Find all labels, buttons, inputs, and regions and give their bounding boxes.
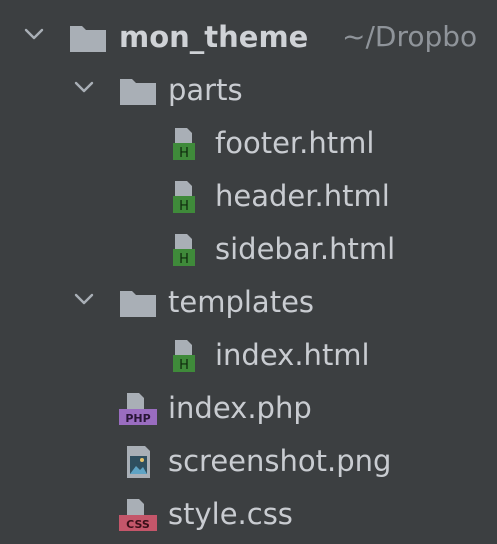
tree-item-label: parts [168, 73, 243, 107]
image-file-icon [118, 444, 158, 480]
file-badge: H [179, 252, 189, 267]
folder-icon [118, 73, 158, 109]
project-tree: mon_theme ~/Dropbo parts H footer.html H… [0, 0, 497, 544]
tree-item-label: style.css [168, 497, 293, 531]
chevron-down-icon[interactable] [20, 20, 48, 48]
tree-item-sidebar-html[interactable]: H sidebar.html [0, 222, 497, 275]
file-badge: PHP [125, 412, 150, 425]
css-file-icon: CSS [118, 497, 158, 533]
tree-item-label: sidebar.html [215, 232, 396, 266]
tree-item-header-html[interactable]: H header.html [0, 169, 497, 222]
html-file-icon: H [166, 179, 206, 215]
php-file-icon: PHP [118, 391, 158, 427]
file-badge: CSS [126, 518, 150, 531]
file-badge: H [179, 199, 189, 214]
tree-item-label: index.php [168, 391, 312, 425]
tree-item-screenshot-png[interactable]: screenshot.png [0, 434, 497, 487]
tree-item-label: header.html [215, 179, 390, 213]
tree-item-footer-html[interactable]: H footer.html [0, 116, 497, 169]
file-badge: H [179, 146, 189, 161]
folder-icon [118, 285, 158, 321]
html-file-icon: H [166, 126, 206, 162]
tree-item-style-css[interactable]: CSS style.css [0, 487, 497, 540]
html-file-icon: H [166, 232, 206, 268]
root-folder-name: mon_theme [119, 20, 309, 54]
chevron-down-icon[interactable] [70, 73, 98, 101]
chevron-down-icon[interactable] [70, 285, 98, 313]
root-folder-path: ~/Dropbo [342, 20, 478, 53]
html-file-icon: H [166, 338, 206, 374]
tree-item-label: index.html [215, 338, 370, 372]
tree-item-index-php[interactable]: PHP index.php [0, 381, 497, 434]
tree-item-label: screenshot.png [168, 444, 392, 478]
tree-item-label: footer.html [215, 126, 375, 160]
tree-item-templates[interactable]: templates [0, 275, 497, 328]
file-badge: H [179, 358, 189, 373]
tree-row-root[interactable]: mon_theme ~/Dropbo [0, 10, 497, 63]
tree-item-parts[interactable]: parts [0, 63, 497, 116]
tree-item-index-html[interactable]: H index.html [0, 328, 497, 381]
folder-icon [68, 20, 108, 56]
tree-item-label: templates [168, 285, 315, 319]
